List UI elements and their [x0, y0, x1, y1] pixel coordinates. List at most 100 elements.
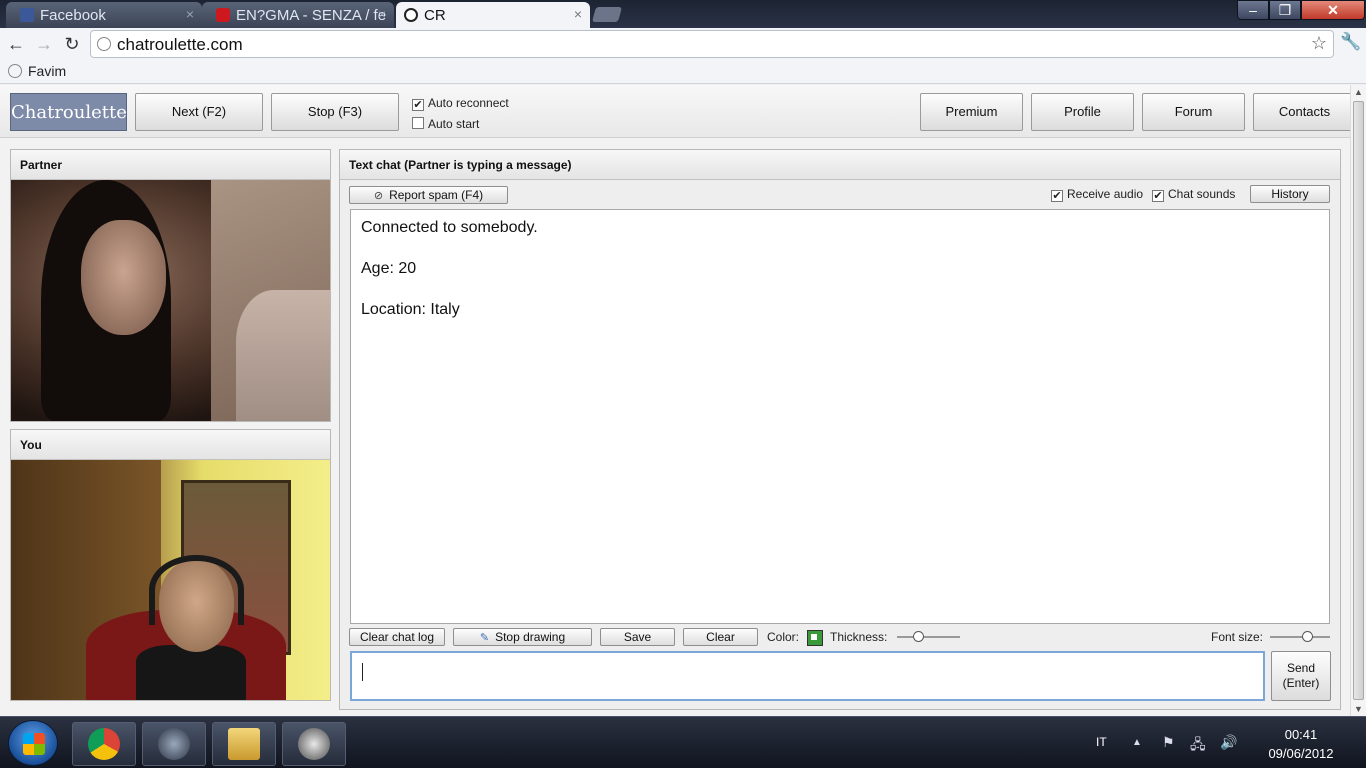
forum-button[interactable]: Forum	[1142, 93, 1245, 131]
close-tab-icon[interactable]: ×	[574, 6, 582, 22]
page-scrollbar[interactable]: ▲ ▼	[1350, 85, 1366, 716]
receive-audio-label: Receive audio	[1067, 187, 1144, 201]
profile-button[interactable]: Profile	[1031, 93, 1134, 131]
scroll-down-icon[interactable]: ▼	[1354, 704, 1363, 714]
action-center-flag-icon[interactable]: ⚑	[1162, 734, 1175, 751]
start-button[interactable]	[8, 720, 58, 766]
self-video	[11, 460, 330, 700]
chat-log: Connected to somebody. Age: 20 Location:…	[350, 209, 1330, 624]
tab-title: Facebook	[40, 7, 106, 24]
taskbar-explorer[interactable]	[212, 722, 276, 766]
minimize-button[interactable]: –	[1237, 0, 1269, 20]
forward-icon[interactable]: →	[32, 32, 56, 56]
checkbox-unchecked[interactable]	[412, 117, 424, 129]
clear-chat-log-button[interactable]: Clear chat log	[349, 628, 445, 646]
auto-start-label: Auto start	[428, 117, 480, 131]
slider-knob[interactable]	[1302, 631, 1313, 642]
auto-start-checkbox[interactable]: Auto start	[412, 117, 479, 131]
premium-button[interactable]: Premium	[920, 93, 1023, 131]
windows-taskbar: IT ▲ ⚑ 🖧 🔊 00:41 09/06/2012	[0, 716, 1366, 768]
chat-message: Age: 20	[361, 260, 417, 277]
contacts-button[interactable]: Contacts	[1253, 93, 1356, 131]
slider-knob[interactable]	[913, 631, 924, 642]
globe-icon	[97, 37, 111, 51]
folder-icon	[228, 728, 260, 760]
auto-reconnect-checkbox[interactable]: ✔ Auto reconnect	[412, 96, 509, 111]
font-size-slider[interactable]	[1270, 631, 1330, 643]
close-tab-icon[interactable]: ×	[186, 6, 194, 22]
chat-message: Location: Italy	[361, 301, 460, 318]
new-tab-button[interactable]	[591, 7, 623, 22]
tab-title: CR	[424, 7, 446, 24]
bookmarks-bar: Favim	[0, 60, 1366, 84]
tab-enigma[interactable]: EN?GMA - SENZA / fe ×	[202, 2, 394, 28]
auto-reconnect-label: Auto reconnect	[428, 96, 509, 110]
windows-logo-icon	[23, 733, 45, 755]
stop-drawing-label: Stop drawing	[495, 630, 566, 644]
close-window-button[interactable]: ✕	[1301, 0, 1365, 20]
report-spam-button[interactable]: ⊘ Report spam (F4)	[349, 186, 508, 204]
thickness-label: Thickness:	[830, 630, 888, 644]
clock-date: 09/06/2012	[1268, 746, 1334, 761]
taskbar-chrome[interactable]	[72, 722, 136, 766]
send-button[interactable]: Send (Enter)	[1271, 651, 1331, 701]
page-content: Chatroulette Next (F2) Stop (F3) ✔ Auto r…	[0, 85, 1356, 716]
send-label: Send	[1286, 661, 1316, 675]
send-shortcut-label: (Enter)	[1282, 676, 1320, 690]
partner-panel: Partner	[10, 149, 331, 422]
taskbar-teamspeak[interactable]	[142, 722, 206, 766]
history-button[interactable]: History	[1250, 185, 1330, 203]
color-picker[interactable]	[807, 630, 823, 646]
clear-button[interactable]: Clear	[683, 628, 758, 646]
color-label: Color:	[767, 630, 800, 644]
site-logo[interactable]: Chatroulette	[10, 93, 127, 131]
tab-title: EN?GMA - SENZA / fe	[236, 7, 387, 24]
system-clock[interactable]: 00:41 09/06/2012	[1258, 725, 1344, 763]
teamspeak-icon	[158, 728, 190, 760]
receive-audio-checkbox[interactable]: ✔ Receive audio	[1051, 187, 1143, 202]
checkbox-checked[interactable]: ✔	[1152, 190, 1164, 202]
scroll-up-icon[interactable]: ▲	[1354, 87, 1363, 97]
message-input[interactable]	[350, 651, 1265, 701]
checkbox-checked[interactable]: ✔	[1051, 190, 1063, 202]
pencil-icon: ✎	[479, 632, 490, 644]
back-icon[interactable]: ←	[4, 32, 28, 56]
chat-sounds-label: Chat sounds	[1168, 187, 1236, 201]
partner-panel-title: Partner	[11, 150, 330, 180]
chrome-icon	[88, 728, 120, 760]
site-header: Chatroulette Next (F2) Stop (F3) ✔ Auto r…	[0, 85, 1356, 138]
partner-video	[11, 180, 330, 421]
volume-icon[interactable]: 🔊	[1220, 734, 1237, 751]
scrollbar-thumb[interactable]	[1353, 101, 1364, 700]
address-bar[interactable]: chatroulette.com ☆	[90, 30, 1334, 58]
facebook-icon	[20, 8, 34, 22]
maximize-button[interactable]: ❐	[1269, 0, 1301, 20]
thickness-slider[interactable]	[897, 631, 960, 643]
stop-drawing-button[interactable]: ✎ Stop drawing	[453, 628, 592, 646]
text-caret	[362, 663, 363, 681]
bookmark-favim[interactable]: Favim	[28, 63, 66, 79]
tab-cr[interactable]: CR ×	[396, 2, 590, 28]
bookmark-star-icon[interactable]: ☆	[1311, 33, 1327, 54]
chatroulette-icon	[404, 8, 418, 22]
save-button[interactable]: Save	[600, 628, 675, 646]
network-icon[interactable]: 🖧	[1190, 734, 1206, 758]
stop-button[interactable]: Stop (F3)	[271, 93, 399, 131]
show-hidden-icons-icon[interactable]: ▲	[1132, 737, 1142, 748]
wrench-icon[interactable]: 🔧	[1340, 32, 1361, 52]
clock-time: 00:41	[1284, 727, 1318, 742]
steam-icon	[298, 728, 330, 760]
font-size-label: Font size:	[1211, 630, 1264, 644]
reload-icon[interactable]: ↻	[60, 32, 84, 56]
tab-facebook[interactable]: Facebook ×	[6, 2, 202, 28]
checkbox-checked[interactable]: ✔	[412, 99, 424, 111]
globe-icon	[8, 64, 22, 78]
chat-panel-title: Text chat (Partner is typing a message)	[340, 150, 1340, 180]
chat-sounds-checkbox[interactable]: ✔ Chat sounds	[1152, 187, 1235, 202]
language-indicator[interactable]: IT	[1096, 735, 1107, 749]
youtube-icon	[216, 8, 230, 22]
browser-toolbar: ← → ↻ chatroulette.com ☆ 🔧	[0, 28, 1366, 60]
taskbar-steam[interactable]	[282, 722, 346, 766]
next-button[interactable]: Next (F2)	[135, 93, 263, 131]
close-tab-icon[interactable]: ×	[378, 6, 386, 22]
